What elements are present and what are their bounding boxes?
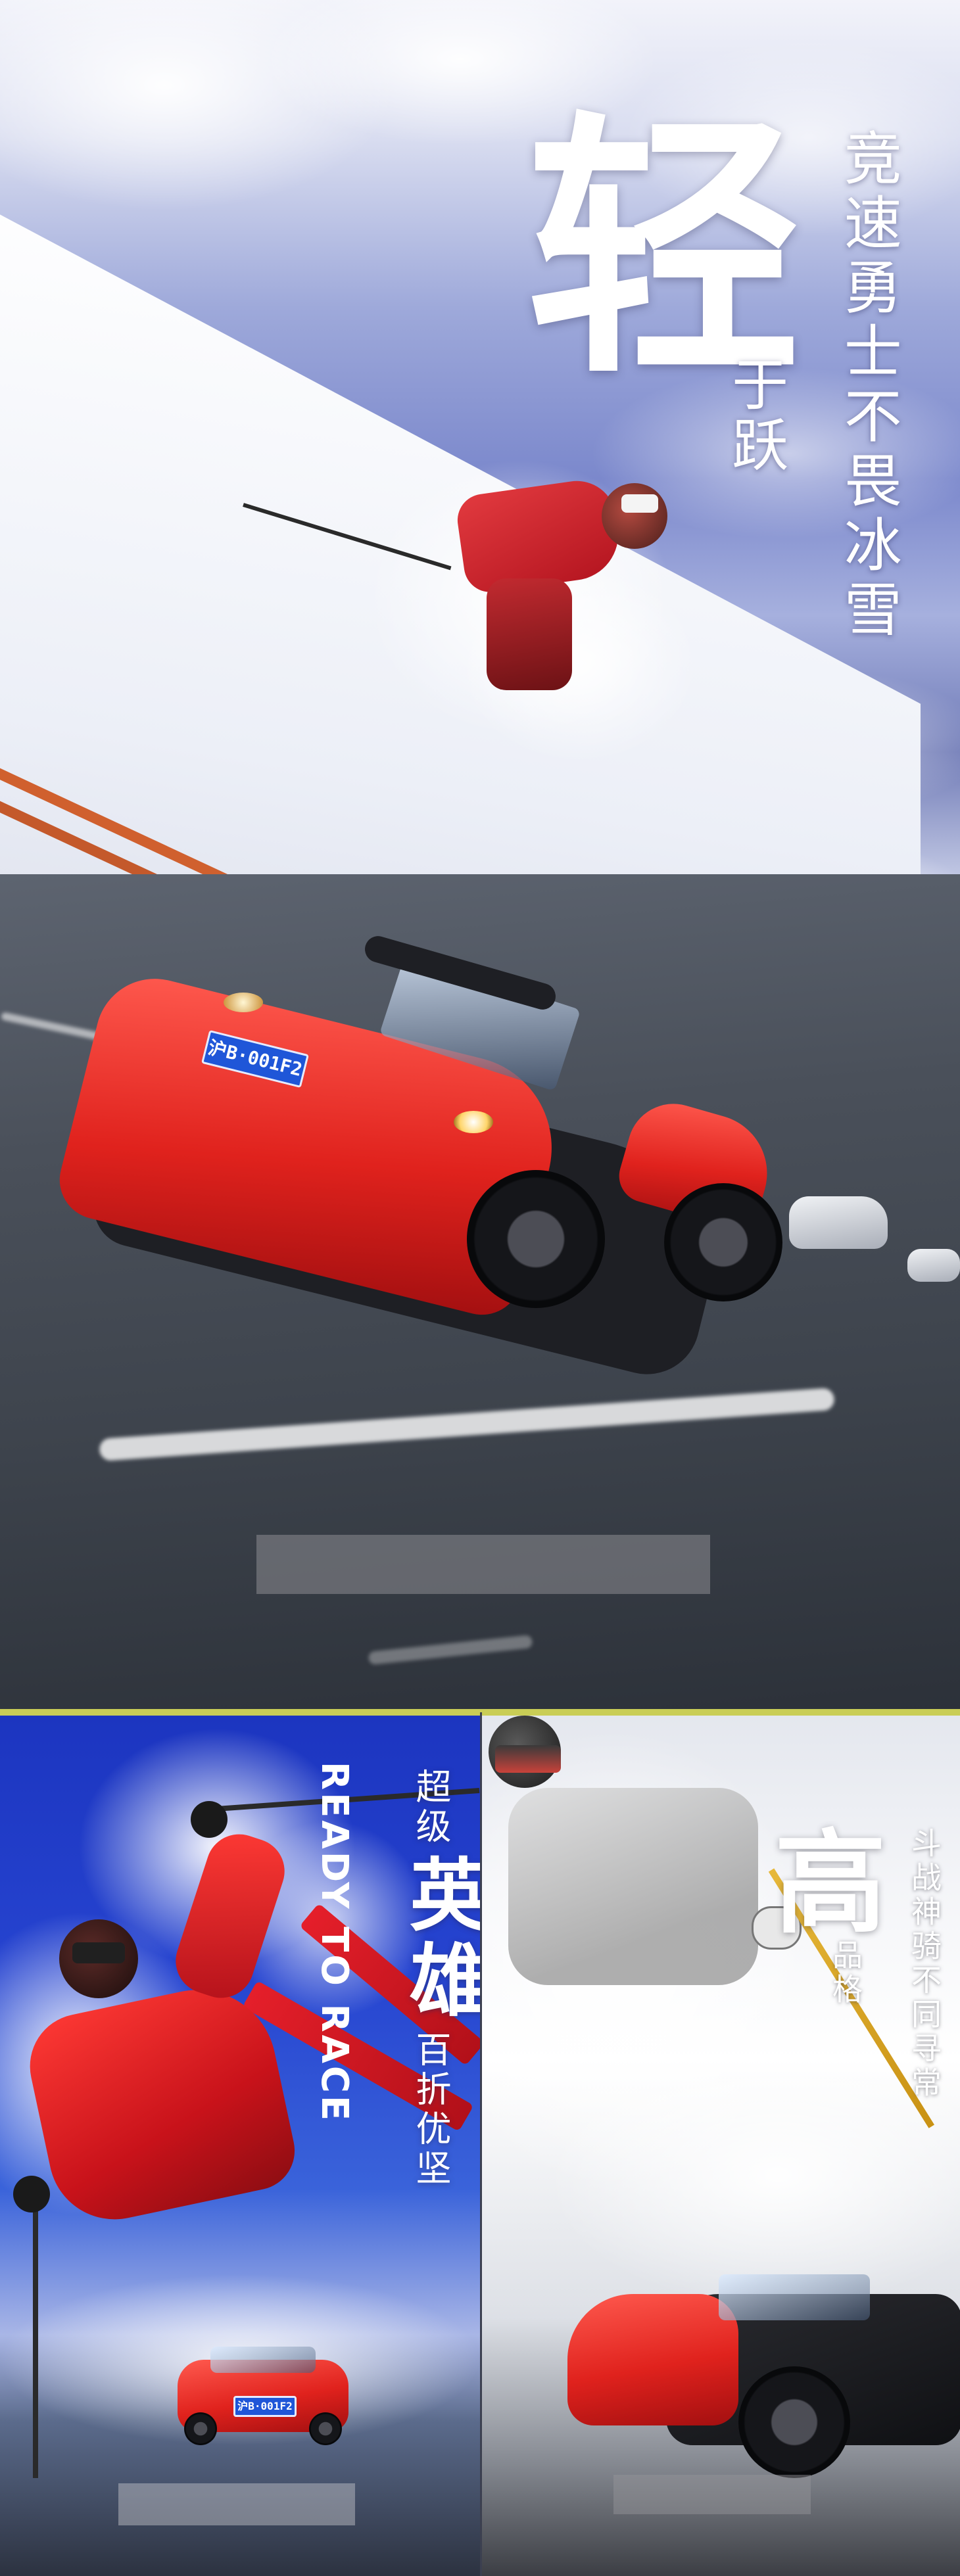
calligraphy-title: 高 bbox=[775, 1817, 887, 1949]
english-title: READY TO RACE bbox=[313, 1762, 356, 2124]
goggles-icon bbox=[495, 1745, 561, 1773]
skier-jacket bbox=[508, 1788, 758, 1985]
text-placeholder-bar bbox=[256, 1535, 710, 1594]
small-line: 超级 bbox=[410, 1768, 451, 1847]
red-sports-car: 沪B·001F2 bbox=[178, 2347, 348, 2445]
sub-title: 品格 bbox=[828, 1939, 863, 2007]
left-poster: 沪B·001F2 READY TO RACE 超级 英雄 百折优坚 bbox=[0, 1716, 480, 2576]
top-poster: 沪B·001F2 轻 于跃 竞速勇士不畏冰雪 bbox=[0, 0, 960, 1709]
text-placeholder-bar bbox=[613, 2475, 811, 2514]
white-car bbox=[789, 1196, 888, 1249]
goggles-icon bbox=[621, 494, 658, 513]
skier-head bbox=[602, 483, 667, 549]
tagline: 百折优坚 bbox=[410, 2031, 451, 2189]
license-plate: 沪B·001F2 bbox=[233, 2396, 297, 2417]
red-sports-car bbox=[567, 2268, 960, 2478]
sub-title: 于跃 bbox=[721, 355, 788, 476]
glove-icon bbox=[191, 1801, 228, 1838]
headlight-icon bbox=[454, 1111, 493, 1133]
right-poster: 高 品格 斗战神骑不同寻常 bbox=[482, 1716, 960, 2576]
tagline: 竞速勇士不畏冰雪 bbox=[834, 128, 903, 644]
text-placeholder-bar bbox=[118, 2483, 355, 2525]
calligraphy-title: 英雄 bbox=[396, 1854, 480, 2025]
skier-legs bbox=[487, 578, 572, 690]
glove-icon bbox=[13, 2176, 50, 2213]
poster-sheet: 沪B·001F2 轻 于跃 竞速勇士不畏冰雪 沪B·001F2 READY TO… bbox=[0, 0, 960, 2576]
ski-pole bbox=[33, 2202, 38, 2478]
tagline: 斗战神骑不同寻常 bbox=[907, 1827, 942, 2101]
headlight-icon bbox=[224, 993, 263, 1012]
red-sports-car: 沪B·001F2 bbox=[51, 933, 782, 1386]
white-car bbox=[907, 1249, 960, 1282]
goggles-icon bbox=[72, 1942, 125, 1963]
calligraphy-title: 轻 bbox=[526, 87, 802, 411]
